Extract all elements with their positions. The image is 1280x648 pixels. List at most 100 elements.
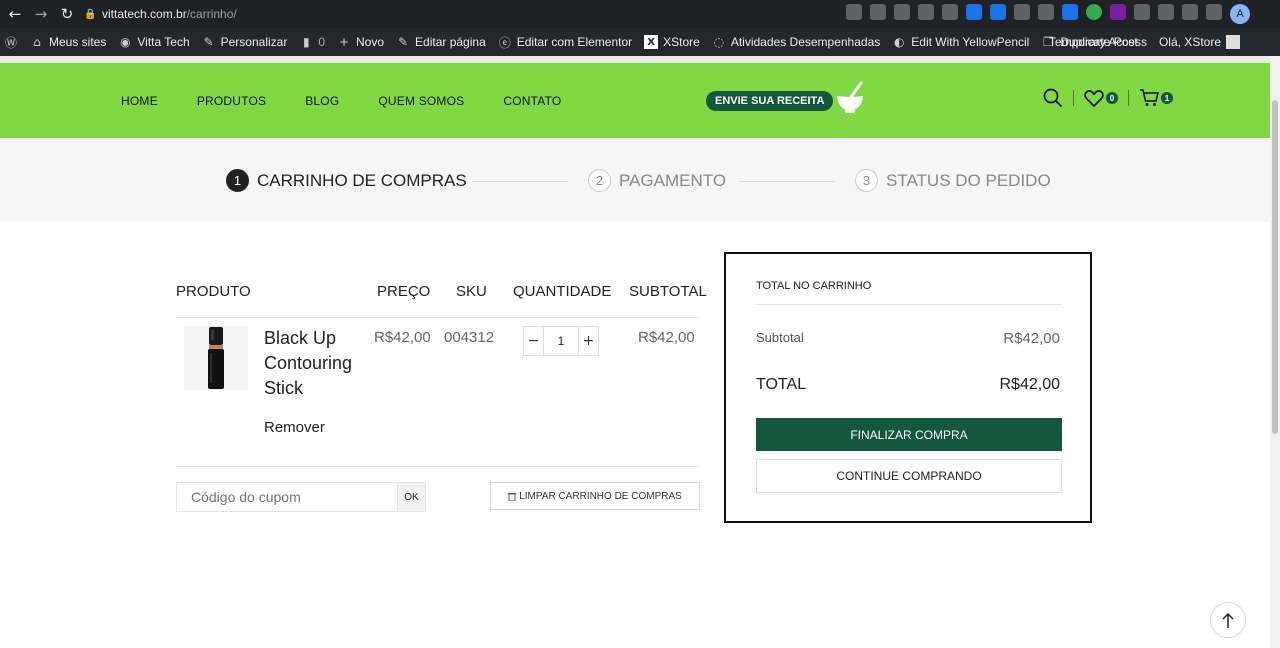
- globe-icon[interactable]: [942, 4, 958, 20]
- admin-bar-item[interactable]: ◉ Vitta Tech: [118, 35, 190, 49]
- extension-icon[interactable]: [1110, 4, 1126, 20]
- step-label: STATUS DO PEDIDO: [886, 170, 1051, 190]
- nav-blog[interactable]: BLOG: [305, 94, 339, 108]
- step-payment[interactable]: 2 PAGAMENTO: [588, 169, 726, 192]
- house-icon: ⌂: [33, 35, 41, 49]
- step-label: CARRINHO DE COMPRAS: [257, 170, 467, 190]
- profile-avatar[interactable]: A: [1230, 4, 1250, 24]
- user-avatar: [1226, 35, 1240, 49]
- chat-icon: ◌: [713, 35, 725, 49]
- plus-icon: +: [338, 35, 350, 49]
- grammarly-icon[interactable]: [1086, 4, 1102, 20]
- admin-bar-item[interactable]: X XStore: [644, 35, 700, 49]
- reload-icon[interactable]: ↻: [56, 3, 78, 25]
- continue-shopping-button[interactable]: CONTINUE COMPRANDO: [756, 459, 1062, 493]
- product-name-link[interactable]: Black Up Contouring Stick: [264, 326, 364, 401]
- trash-icon: [508, 492, 517, 501]
- admin-bar-label: XStore: [663, 35, 700, 49]
- translate-icon[interactable]: [846, 4, 862, 20]
- address-bar[interactable]: 🔒 vittatech.com.br/carrinho/: [84, 3, 804, 25]
- sidebar-icon[interactable]: [1206, 4, 1222, 20]
- comment-icon: ▮: [303, 35, 310, 49]
- extension-icon[interactable]: [1014, 4, 1030, 20]
- subtotal-label: Subtotal: [756, 330, 804, 345]
- total-value: R$42,00: [999, 376, 1061, 393]
- admin-bar-item[interactable]: ◐ Edit With YellowPencil: [892, 35, 1029, 49]
- wishlist-count-badge: 0: [1106, 92, 1118, 104]
- table-divider: [176, 317, 700, 318]
- step-number: 3: [855, 169, 878, 192]
- clear-cart-button[interactable]: LIMPAR CARRINHO DE COMPRAS: [490, 482, 700, 510]
- plus-icon[interactable]: +: [579, 327, 598, 355]
- admin-bar-label: Atividades Desempenhadas: [730, 35, 881, 49]
- admin-bar-item[interactable]: ✎ Personalizar: [202, 35, 288, 49]
- item-subtotal: R$42,00: [638, 329, 695, 346]
- search-icon[interactable]: [1043, 88, 1063, 108]
- step-cart[interactable]: 1 CARRINHO DE COMPRAS: [226, 169, 467, 192]
- page-scrollbar[interactable]: [1270, 56, 1280, 648]
- camera-icon[interactable]: [1038, 4, 1054, 20]
- admin-bar-label: Editar com Elementor: [516, 35, 633, 49]
- cart-icon: [1140, 89, 1159, 106]
- wishlist-button[interactable]: 0: [1084, 89, 1118, 107]
- account-menu[interactable]: Olá, XStore: [1159, 35, 1240, 49]
- back-to-top-button[interactable]: [1210, 602, 1246, 638]
- admin-bar-label: Novo: [356, 35, 385, 49]
- column-header-product: PRODUTO: [176, 283, 251, 300]
- total-label: TOTAL: [756, 376, 807, 393]
- yellowpencil-icon: ◐: [894, 35, 905, 49]
- extension-icon[interactable]: [1158, 4, 1174, 20]
- table-divider: [176, 466, 700, 467]
- nav-home[interactable]: HOME: [121, 94, 158, 108]
- minus-icon[interactable]: −: [524, 327, 543, 355]
- cart-count-badge: 1: [1161, 92, 1173, 104]
- arrow-up-icon: [1222, 612, 1234, 628]
- palette-icon: ◉: [120, 35, 131, 49]
- admin-bar-item[interactable]: ⌂ Meus sites: [30, 35, 106, 49]
- url-path: /carrinho/: [186, 7, 237, 21]
- nav-quem-somos[interactable]: QUEM SOMOS: [378, 94, 464, 108]
- totals-divider: [756, 304, 1062, 305]
- extension-icon[interactable]: [966, 4, 982, 20]
- share-icon[interactable]: [870, 4, 886, 20]
- admin-bar-item[interactable]: ⓔ Editar com Elementor: [498, 35, 633, 50]
- subtotal-value: R$42,00: [1003, 330, 1060, 347]
- star-icon[interactable]: [894, 4, 910, 20]
- nav-produtos[interactable]: PRODUTOS: [197, 94, 266, 108]
- extension-icon[interactable]: [918, 4, 934, 20]
- step-order-status[interactable]: 3 STATUS DO PEDIDO: [855, 169, 1051, 192]
- step-connector: [472, 181, 568, 182]
- heart-icon: [1084, 90, 1104, 107]
- remove-item-link[interactable]: Remover: [264, 419, 325, 436]
- mortar-pestle-icon: [837, 81, 863, 113]
- admin-bar-label: Personalizar: [220, 35, 288, 49]
- back-icon[interactable]: ←: [4, 3, 26, 25]
- header-top-strip: [0, 56, 1270, 63]
- admin-bar-item[interactable]: ◌ Atividades Desempenhadas: [712, 35, 881, 49]
- elementor-icon: ⓔ: [498, 35, 511, 50]
- puzzle-icon[interactable]: [1182, 4, 1198, 20]
- clear-cart-label: LIMPAR CARRINHO DE COMPRAS: [519, 490, 682, 502]
- greeting-label: Olá, XStore: [1158, 35, 1221, 49]
- admin-bar-item[interactable]: ▮ 0: [299, 35, 325, 49]
- quantity-input[interactable]: 1: [543, 327, 579, 355]
- extension-icon[interactable]: [990, 4, 1006, 20]
- divider: [1128, 90, 1129, 106]
- apply-coupon-button[interactable]: OK: [398, 482, 426, 512]
- extension-icon[interactable]: [1062, 4, 1078, 20]
- extension-icon[interactable]: [1134, 4, 1150, 20]
- forward-icon[interactable]: →: [30, 3, 52, 25]
- temporary-access-link[interactable]: Temporary Access: [1049, 35, 1147, 49]
- cart-button[interactable]: 1: [1139, 89, 1173, 107]
- send-recipe-button[interactable]: ENVIE SUA RECEITA: [706, 91, 834, 111]
- nav-contato[interactable]: CONTATO: [503, 94, 561, 108]
- admin-bar-item[interactable]: ✎ Editar página: [396, 35, 486, 49]
- admin-bar-item[interactable]: + Novo: [337, 35, 384, 49]
- column-header-quantity: QUANTIDADE: [513, 283, 612, 300]
- extension-icons: [846, 4, 1222, 20]
- checkout-button[interactable]: FINALIZAR COMPRA: [756, 418, 1062, 451]
- product-image[interactable]: [184, 326, 248, 390]
- coupon-code-input[interactable]: [176, 482, 398, 512]
- wordpress-logo-icon[interactable]: Ⓦ: [4, 35, 18, 50]
- scrollbar-thumb[interactable]: [1272, 100, 1278, 434]
